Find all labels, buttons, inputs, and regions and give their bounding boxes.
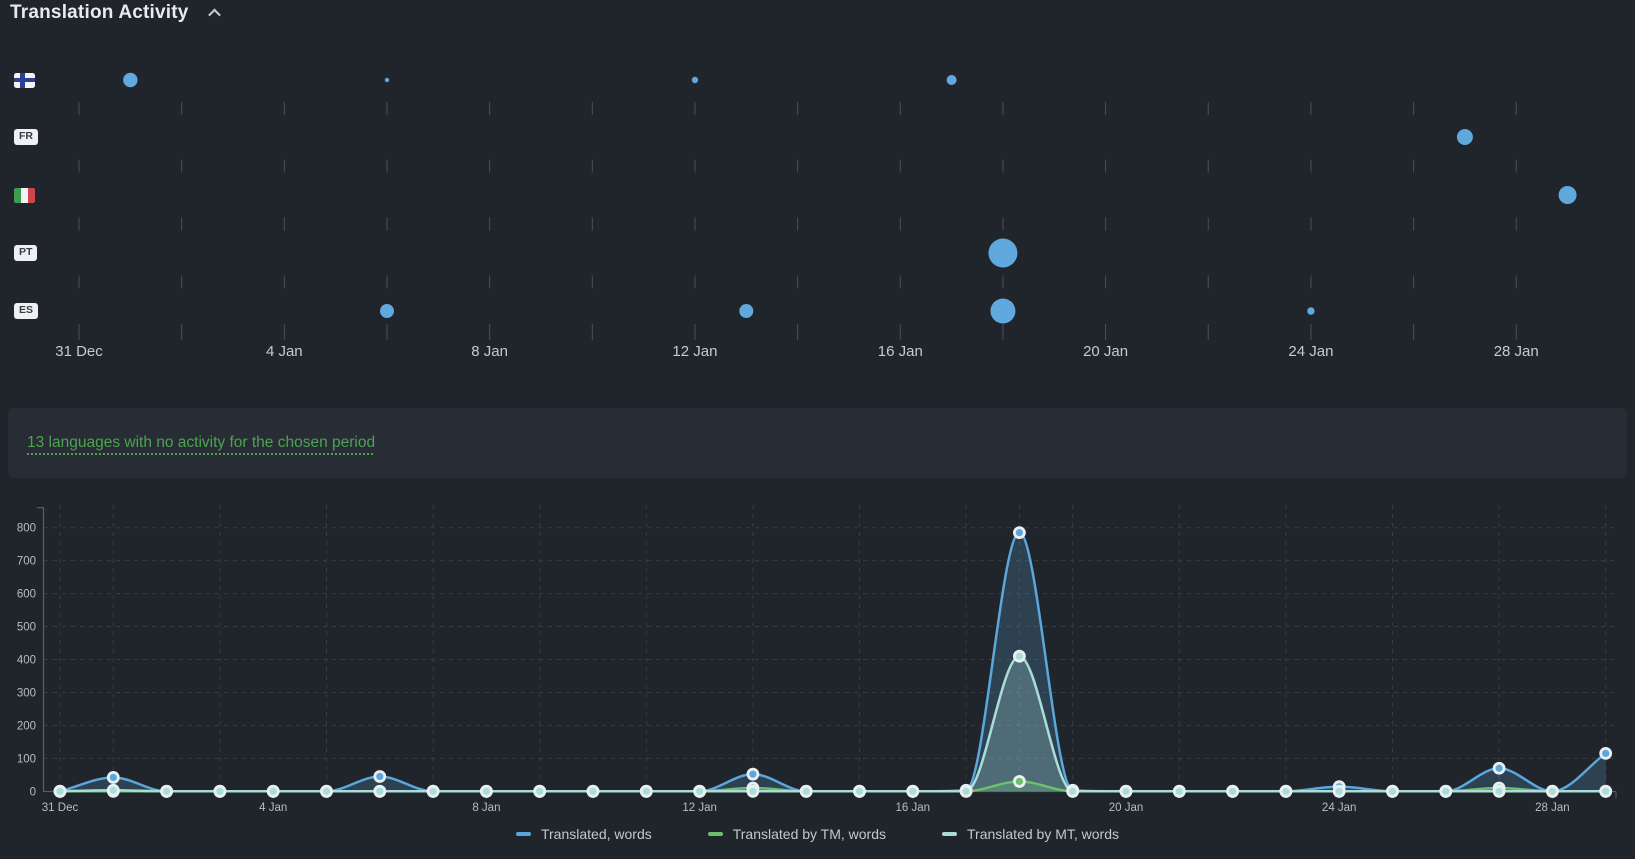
activity-bubble-fi[interactable]	[947, 75, 957, 85]
y-axis-label: 300	[17, 687, 36, 699]
data-point-dot-mt[interactable]	[215, 786, 225, 796]
x-axis-label: 31 Dec	[55, 343, 103, 360]
data-point-dot-mt[interactable]	[1281, 786, 1291, 796]
x-axis-label: 8 Jan	[471, 343, 508, 360]
x-axis-label: 20 Jan	[1109, 802, 1144, 814]
legend-marker-tm-icon	[708, 832, 723, 836]
data-point-dot-mt[interactable]	[1121, 786, 1131, 796]
data-point-dot-mt[interactable]	[1601, 786, 1611, 796]
legend-marker-mt-icon	[942, 832, 957, 836]
no-activity-panel: 13 languages with no activity for the ch…	[8, 408, 1627, 478]
data-point-dot-mt[interactable]	[1068, 786, 1078, 796]
data-point-dot-mt[interactable]	[1547, 786, 1557, 796]
data-point-dot-mt[interactable]	[428, 786, 438, 796]
language-badge-fr: FR	[14, 129, 38, 146]
y-axis-label: 200	[17, 720, 36, 732]
series-area-translated	[60, 533, 1606, 792]
data-point-dot-mt[interactable]	[1494, 786, 1504, 796]
data-point-dot-mt[interactable]	[162, 786, 172, 796]
y-axis-label: 500	[17, 622, 36, 634]
x-axis-label: 24 Jan	[1288, 343, 1333, 360]
data-point-dot-mt[interactable]	[961, 786, 971, 796]
series-line-translated	[60, 533, 1606, 792]
data-point-dot-mt[interactable]	[481, 786, 491, 796]
x-axis-label: 12 Jan	[682, 802, 717, 814]
finland-flag-icon	[14, 73, 35, 88]
data-point-dot-translated[interactable]	[1601, 748, 1611, 758]
data-point-dot-mt[interactable]	[55, 786, 65, 796]
legend-item-translated-tm[interactable]: Translated by TM, words	[708, 826, 886, 842]
x-axis-label: 16 Jan	[896, 802, 931, 814]
activity-bubble-fi[interactable]	[385, 78, 389, 82]
data-point-dot-mt[interactable]	[801, 786, 811, 796]
y-axis-label: 700	[17, 556, 36, 568]
x-axis-label: 16 Jan	[878, 343, 923, 360]
data-point-dot-mt[interactable]	[908, 786, 918, 796]
legend-label: Translated, words	[541, 826, 652, 842]
y-axis-label: 0	[30, 786, 36, 798]
series-area-mt	[60, 656, 1606, 791]
x-axis-label: 24 Jan	[1322, 802, 1357, 814]
x-axis-label: 4 Jan	[259, 802, 287, 814]
data-point-dot-mt[interactable]	[588, 786, 598, 796]
data-point-dot-mt[interactable]	[855, 786, 865, 796]
language-badge-pt: PT	[14, 245, 37, 262]
x-axis-label: 28 Jan	[1535, 802, 1570, 814]
data-point-dot-mt[interactable]	[641, 786, 651, 796]
data-point-dot-mt[interactable]	[1174, 786, 1184, 796]
activity-bubble-fr[interactable]	[1457, 129, 1473, 145]
language-badge-es: ES	[14, 303, 38, 320]
activity-bubble-es[interactable]	[1307, 307, 1314, 314]
data-point-dot-translated[interactable]	[748, 769, 758, 779]
data-point-dot-mt[interactable]	[535, 786, 545, 796]
data-point-dot-tm[interactable]	[1014, 776, 1024, 786]
legend-item-translated-mt[interactable]: Translated by MT, words	[942, 826, 1119, 842]
x-axis-label: 31 Dec	[42, 802, 79, 814]
activity-bubble-es[interactable]	[739, 304, 753, 318]
x-axis-label: 28 Jan	[1494, 343, 1539, 360]
data-point-dot-translated[interactable]	[108, 772, 118, 782]
y-axis-label: 800	[17, 523, 36, 535]
activity-bubble-pt[interactable]	[988, 239, 1017, 268]
activity-bubble-es[interactable]	[380, 304, 394, 318]
activity-bubble-es[interactable]	[990, 299, 1015, 324]
y-axis-label: 400	[17, 655, 36, 667]
activity-bubble-fi[interactable]	[692, 77, 698, 83]
data-point-dot-mt[interactable]	[1228, 786, 1238, 796]
legend-label: Translated by TM, words	[733, 826, 886, 842]
x-axis-label: 20 Jan	[1083, 343, 1128, 360]
data-point-dot-mt[interactable]	[1014, 651, 1024, 661]
y-axis-label: 600	[17, 589, 36, 601]
data-point-dot-mt[interactable]	[375, 786, 385, 796]
data-point-dot-mt[interactable]	[1441, 786, 1451, 796]
data-point-dot-mt[interactable]	[108, 785, 118, 795]
data-point-dot-mt[interactable]	[322, 786, 332, 796]
data-point-dot-mt[interactable]	[268, 786, 278, 796]
y-axis-label: 100	[17, 753, 36, 765]
data-point-dot-mt[interactable]	[695, 786, 705, 796]
x-axis-label: 12 Jan	[672, 343, 717, 360]
x-axis-label: 8 Jan	[472, 802, 500, 814]
series-line-mt	[60, 656, 1606, 791]
no-activity-languages-link[interactable]: 13 languages with no activity for the ch…	[27, 434, 375, 452]
activity-bubble-it[interactable]	[1559, 186, 1577, 204]
italy-flag-icon	[14, 188, 35, 203]
data-point-dot-translated[interactable]	[1494, 763, 1504, 773]
data-point-dot-mt[interactable]	[748, 786, 758, 796]
activity-bubble-fi[interactable]	[123, 73, 137, 87]
legend-item-translated[interactable]: Translated, words	[516, 826, 652, 842]
data-point-dot-mt[interactable]	[1388, 786, 1398, 796]
legend-label: Translated by MT, words	[967, 826, 1119, 842]
chart-legend: Translated, words Translated by TM, word…	[0, 826, 1635, 842]
translation-activity-section: Translation Activity 31 Dec4 Jan8 Jan12 …	[0, 0, 1635, 859]
data-point-dot-translated[interactable]	[1014, 528, 1024, 538]
x-axis-label: 4 Jan	[266, 343, 303, 360]
data-point-dot-translated[interactable]	[375, 771, 385, 781]
data-point-dot-mt[interactable]	[1334, 786, 1344, 796]
legend-marker-translated-icon	[516, 832, 531, 836]
